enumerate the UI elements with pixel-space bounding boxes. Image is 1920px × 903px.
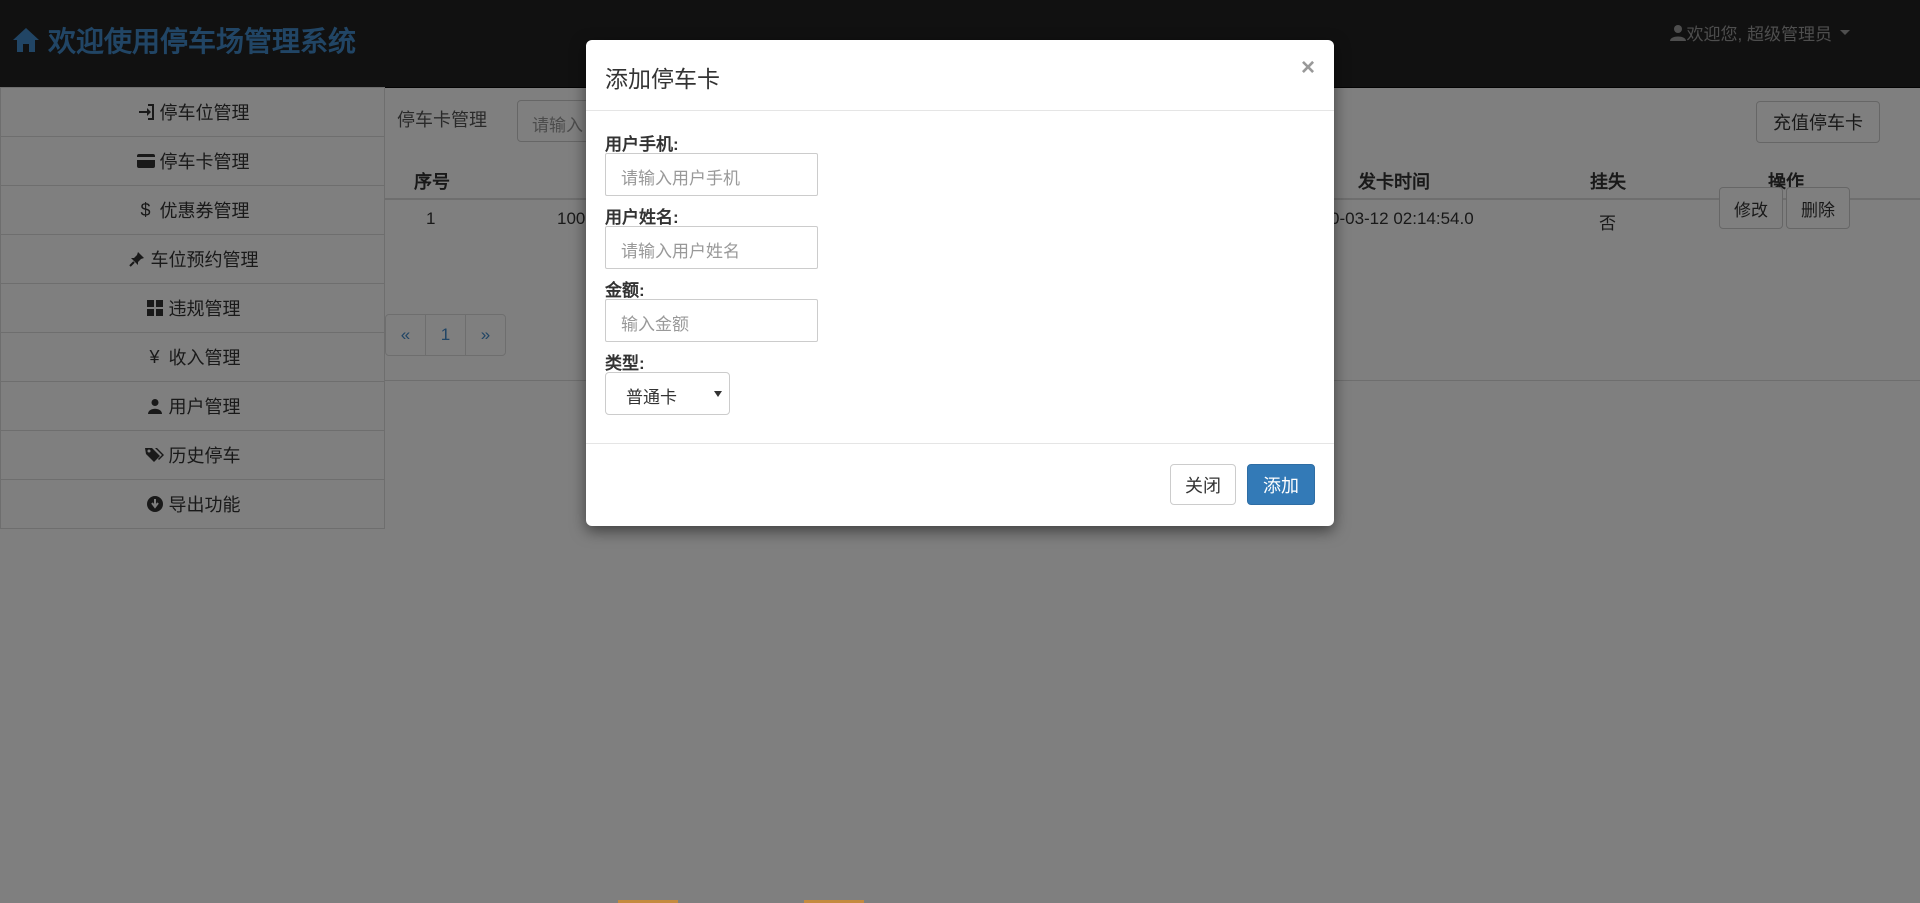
name-label: 用户姓名:	[605, 208, 679, 227]
modal-title: 添加停车卡	[605, 66, 720, 92]
modal-footer: 关闭 添加	[586, 443, 1334, 526]
amount-input[interactable]: 输入金额	[605, 299, 818, 342]
add-card-modal: 添加停车卡 × 用户手机: 请输入用户手机 用户姓名: 请输入用户姓名 金额: …	[586, 40, 1334, 526]
type-select-value: 普通卡	[626, 388, 677, 407]
close-icon[interactable]: ×	[1301, 54, 1315, 82]
add-button[interactable]: 添加	[1247, 464, 1315, 505]
phone-input[interactable]: 请输入用户手机	[605, 153, 818, 196]
name-input[interactable]: 请输入用户姓名	[605, 226, 818, 269]
close-button[interactable]: 关闭	[1170, 464, 1236, 505]
phone-label: 用户手机:	[605, 135, 679, 154]
modal-header: 添加停车卡 ×	[586, 40, 1334, 111]
type-select[interactable]: 普通卡	[605, 372, 730, 415]
type-label: 类型:	[605, 354, 645, 373]
amount-label: 金额:	[605, 281, 645, 300]
modal-body: 用户手机: 请输入用户手机 用户姓名: 请输入用户姓名 金额: 输入金额 类型:…	[605, 111, 1315, 415]
select-arrow-icon	[714, 391, 722, 397]
